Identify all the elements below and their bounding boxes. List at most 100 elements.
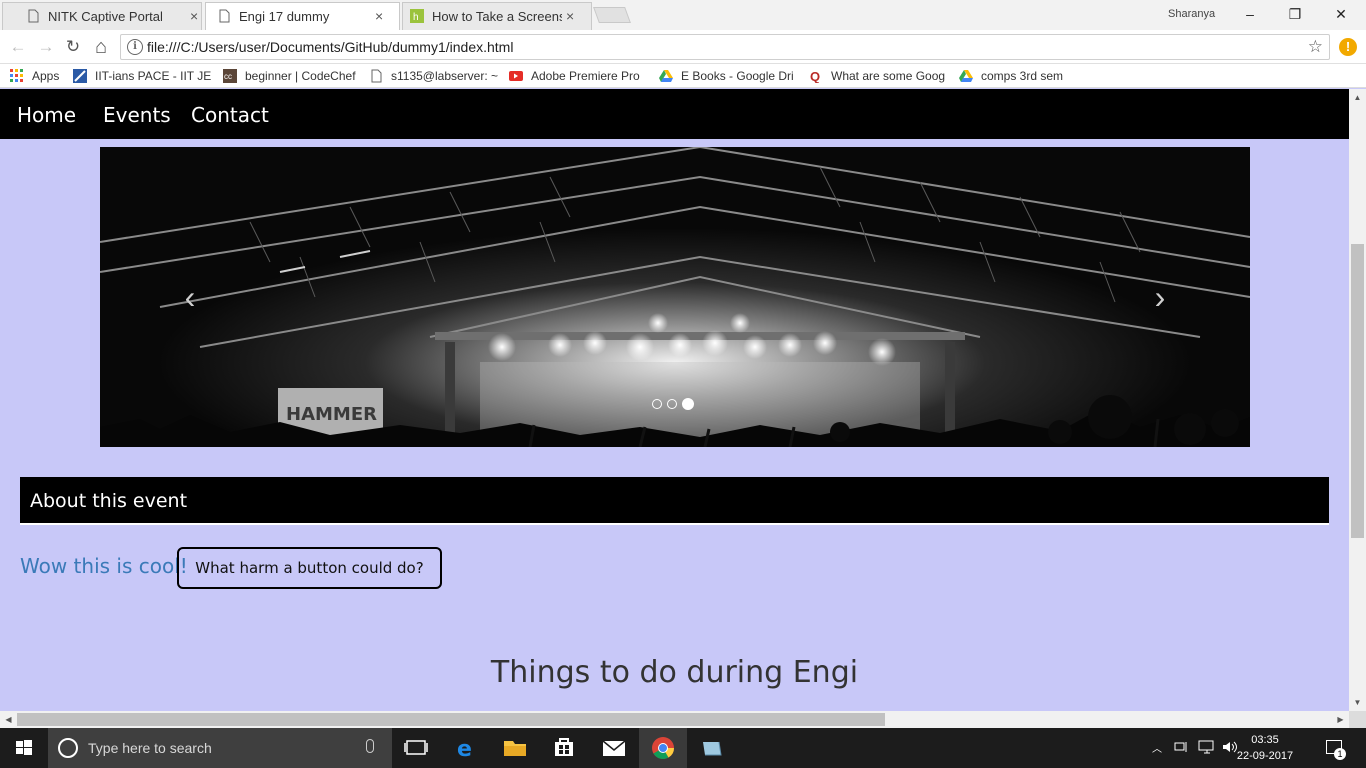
scroll-left-arrow-icon[interactable]: ◀ (0, 711, 17, 728)
page-icon (371, 69, 382, 83)
scroll-right-arrow-icon[interactable]: ▶ (1332, 711, 1349, 728)
google-drive-icon (959, 70, 973, 82)
scroll-down-arrow-icon[interactable]: ▼ (1349, 694, 1366, 711)
address-url[interactable]: file:///C:/Users/user/Documents/GitHub/d… (147, 39, 513, 55)
notification-badge: 1 (1334, 748, 1346, 760)
chrome-icon[interactable] (639, 728, 687, 768)
bookmark-iit-ians[interactable]: IIT-ians PACE - IIT JEE (73, 68, 211, 84)
site-icon (73, 69, 87, 83)
bookmark-e-books[interactable]: E Books - Google Dri (659, 68, 795, 84)
tab-nitk-captive-portal[interactable]: NITK Captive Portal × (2, 2, 202, 30)
bookmarks-bar: Apps IIT-ians PACE - IIT JEE cc beginner… (0, 64, 1366, 88)
carousel-indicator[interactable] (652, 399, 662, 409)
bookmark-label: E Books - Google Dri (681, 69, 794, 83)
carousel-indicators (652, 398, 694, 410)
windows-start-icon[interactable] (0, 728, 48, 768)
reload-button[interactable]: ↻ (63, 37, 83, 57)
alert-icon[interactable]: ! (1339, 38, 1357, 56)
svg-text:cc: cc (224, 72, 232, 81)
mail-icon[interactable] (590, 728, 638, 768)
microphone-icon[interactable] (366, 739, 374, 753)
scroll-corner (1349, 711, 1366, 728)
bookmark-label: comps 3rd sem (981, 69, 1064, 83)
forward-button[interactable]: → (36, 37, 56, 57)
bookmark-label: beginner | CodeChef (245, 69, 356, 83)
system-clock[interactable]: 03:35 22-09-2017 (1236, 732, 1294, 764)
bookmark-comps-3rd-sem[interactable]: comps 3rd sem (959, 68, 1063, 84)
bookmark-star-icon[interactable]: ☆ (1308, 37, 1323, 57)
page-icon (28, 9, 39, 23)
clock-date: 22-09-2017 (1236, 750, 1294, 762)
svg-text:Q: Q (810, 69, 820, 83)
close-icon[interactable]: × (190, 8, 198, 24)
home-button[interactable]: ⌂ (91, 37, 111, 57)
about-heading: About this event (30, 490, 188, 512)
bookmark-label: IIT-ians PACE - IIT JEE (95, 69, 211, 83)
about-section-header: About this event (20, 477, 1329, 525)
site-navbar: Home Events Contact (0, 89, 1349, 139)
tab-label: Engi 17 dummy (239, 8, 330, 24)
tab-how-to-take-screenshot[interactable]: h How to Take a Screensho × (402, 2, 592, 30)
minimize-button[interactable]: – (1235, 4, 1265, 24)
carousel-indicator[interactable] (667, 399, 677, 409)
nav-link-contact[interactable]: Contact (191, 103, 269, 127)
svg-text:e: e (457, 737, 472, 762)
bookmark-quora[interactable]: Q What are some Goog (809, 68, 945, 84)
bookmark-label: Adobe Premiere Pro (531, 69, 640, 83)
store-icon[interactable] (540, 728, 588, 768)
bookmark-adobe-premiere[interactable]: Adobe Premiere Pro (509, 68, 647, 84)
new-tab-button[interactable] (593, 7, 631, 23)
nav-link-home[interactable]: Home (17, 103, 76, 127)
carousel-indicator-active[interactable] (682, 398, 694, 410)
file-explorer-icon[interactable] (491, 728, 539, 768)
address-bar[interactable]: i file:///C:/Users/user/Documents/GitHub… (120, 34, 1330, 60)
tab-label: NITK Captive Portal (48, 8, 163, 24)
vertical-scrollbar[interactable]: ▲ ▼ (1349, 89, 1366, 711)
quora-icon: Q (810, 69, 820, 83)
youtube-icon (509, 71, 523, 81)
app-icon[interactable] (688, 728, 736, 768)
carousel-prev-button[interactable]: ‹ (175, 281, 205, 313)
windows-taskbar: Type here to search e ︿ 03:35 22-09-2017… (0, 728, 1366, 768)
bookmark-codechef[interactable]: cc beginner | CodeChef (223, 68, 356, 84)
close-icon[interactable]: × (566, 8, 574, 24)
horizontal-scrollbar[interactable]: ◀ ▶ (0, 711, 1349, 728)
tab-engi-17-dummy[interactable]: Engi 17 dummy × (205, 2, 400, 30)
tab-strip: NITK Captive Portal × Engi 17 dummy × h … (0, 0, 1366, 30)
vertical-scroll-thumb[interactable] (1351, 244, 1364, 538)
codechef-icon: cc (223, 69, 237, 83)
bookmark-labserver[interactable]: s1135@labserver: ~ (369, 68, 498, 84)
bookmark-label: s1135@labserver: ~ (391, 69, 499, 83)
bookmark-apps[interactable]: Apps (10, 68, 59, 84)
horizontal-scroll-thumb[interactable] (17, 713, 885, 726)
task-view-icon[interactable] (392, 728, 440, 768)
page-icon (219, 9, 230, 23)
show-hidden-icons-icon[interactable]: ︿ (1152, 740, 1162, 755)
harm-button[interactable]: What harm a button could do? (177, 547, 442, 589)
profile-name[interactable]: Sharanya (1168, 8, 1215, 20)
site-favicon-icon: h (410, 9, 424, 23)
taskbar-search[interactable]: Type here to search (48, 728, 392, 768)
scroll-up-arrow-icon[interactable]: ▲ (1349, 89, 1366, 106)
bookmark-label: Apps (32, 69, 60, 83)
clock-time: 03:35 (1251, 734, 1279, 746)
image-carousel[interactable]: HAMMER ‹ › (100, 147, 1250, 447)
nav-link-events[interactable]: Events (103, 103, 171, 127)
svg-text:h: h (413, 12, 419, 23)
edge-icon[interactable]: e (443, 728, 491, 768)
bookmark-label: What are some Goog (831, 69, 945, 83)
info-icon[interactable]: i (127, 39, 143, 55)
cool-link-text[interactable]: Wow this is cool! (20, 554, 188, 578)
network-icon[interactable] (1174, 740, 1190, 754)
close-icon[interactable]: × (375, 8, 383, 24)
section-heading: Things to do during Engi (490, 655, 859, 690)
close-window-button[interactable]: ✕ (1326, 4, 1356, 24)
ethernet-icon[interactable] (1198, 740, 1216, 754)
tab-label: How to Take a Screensho (432, 8, 562, 24)
back-button[interactable]: ← (8, 37, 28, 57)
restore-button[interactable]: ❐ (1280, 4, 1310, 24)
page-viewport: Home Events Contact HAMMER ‹ › About thi… (0, 89, 1349, 711)
google-drive-icon (659, 70, 673, 82)
carousel-next-button[interactable]: › (1145, 281, 1175, 313)
search-placeholder[interactable]: Type here to search (88, 740, 212, 756)
